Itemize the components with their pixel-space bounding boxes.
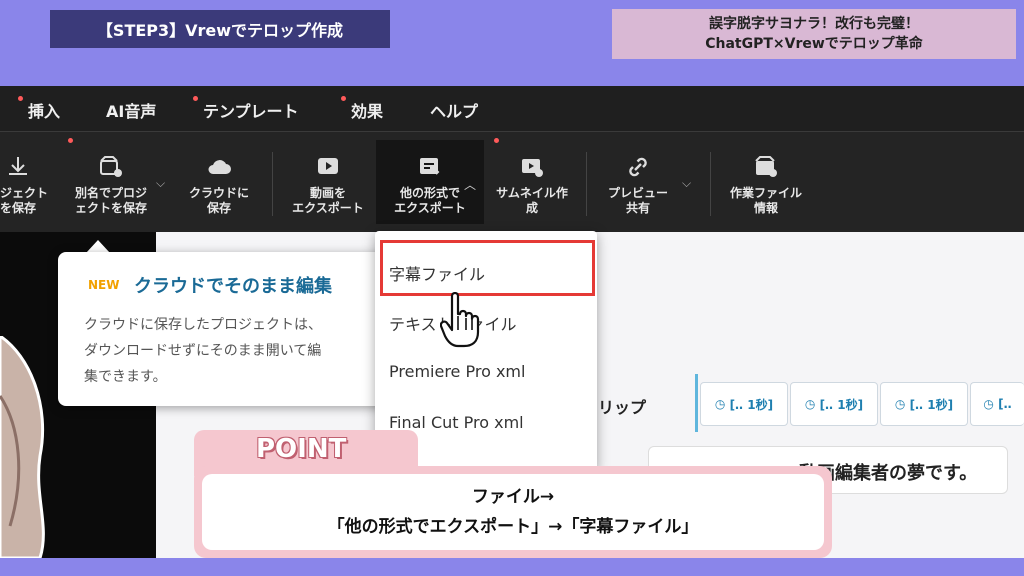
menu-insert[interactable]: 挿入 xyxy=(28,98,60,122)
point-line1: ファイル→ xyxy=(471,487,555,507)
tooltip-title: クラウドでそのまま編集 xyxy=(134,276,332,297)
highlight-box xyxy=(380,240,595,296)
clip-chip-label: [‥ 1秒] xyxy=(819,397,864,412)
project-info-label-2: 情報 xyxy=(753,201,778,215)
chevron-up-icon[interactable]: ︿ xyxy=(464,176,476,193)
save-project-label-1: ロジェクト xyxy=(0,186,48,200)
tooltip-body: クラウドに保存したプロジェクトは、 ダウンロードせずにそのまま開いて編 集できま… xyxy=(84,312,384,390)
save-as-label-2: ェクトを保存 xyxy=(74,201,147,215)
point-label: POINT xyxy=(256,434,347,464)
clip-chip[interactable]: ◷ [‥ 1秒] xyxy=(880,382,968,426)
file-export-icon xyxy=(420,158,440,175)
clip-chip[interactable]: ◷ [‥ 1秒] xyxy=(790,382,878,426)
hand-cursor-icon xyxy=(440,292,480,348)
menu-dot xyxy=(341,96,346,101)
point-callout-body: ファイル→ 「他の形式でエクスポート」→「字幕ファイル」 xyxy=(202,474,824,550)
headline-line2: ChatGPT×Vrewでテロップ革命 xyxy=(705,36,923,52)
file-toolbar: ロジェクト を保存 別名でプロジ ェクトを保存 ⌵ クラウドに 保存 動画を エ… xyxy=(0,132,1024,232)
thumbnail-icon xyxy=(522,159,543,177)
clip-chip-label: [‥ 1秒] xyxy=(909,397,954,412)
thumbnail-button[interactable]: サムネイル作 成 xyxy=(484,140,580,224)
menu-ai-voice[interactable]: AI音声 xyxy=(106,98,156,122)
clip-chip-label: [‥ xyxy=(998,397,1012,411)
save-as-label-1: 別名でプロジ xyxy=(74,186,147,200)
menu-template[interactable]: テンプレート xyxy=(203,98,299,122)
export-other-label-2: エクスポート xyxy=(394,201,466,215)
clip-chip[interactable]: ◷ [‥ 1秒] xyxy=(700,382,788,426)
chevron-down-icon[interactable]: ⌵ xyxy=(682,176,691,191)
project-info-label-1: 作業ファイル xyxy=(729,186,802,200)
save-as-button[interactable]: 別名でプロジ ェクトを保存 xyxy=(64,140,158,224)
point-line2: 「他の形式でエクスポート」→「字幕ファイル」 xyxy=(327,517,699,537)
clock-icon: ◷ xyxy=(894,397,910,411)
clip-chip[interactable]: ◷ [‥ xyxy=(970,382,1024,426)
clip-chip-label: [‥ 1秒] xyxy=(729,397,774,412)
cloud-edit-tooltip: NEW クラウドでそのまま編集 クラウドに保存したプロジェクトは、 ダウンロード… xyxy=(58,252,388,406)
toolbar-divider xyxy=(272,152,273,216)
cloud-save-button[interactable]: クラウドに 保存 xyxy=(176,140,262,224)
save-project-label-2: を保存 xyxy=(0,201,36,215)
video-export-icon xyxy=(318,158,338,174)
tooltip-body-line: クラウドに保存したプロジェクトは、 xyxy=(84,317,322,333)
preview-share-label-1: プレビュー xyxy=(607,186,668,200)
clock-icon: ◷ xyxy=(983,397,999,411)
new-badge: NEW xyxy=(88,278,120,292)
clock-icon: ◷ xyxy=(804,397,820,411)
chevron-down-icon[interactable]: ⌵ xyxy=(156,176,165,191)
menubar: 挿入 AI音声 テンプレート 効果 ヘルプ xyxy=(0,86,1024,132)
clock-icon: ◷ xyxy=(714,397,730,411)
clip-divider xyxy=(695,374,698,432)
menu-help[interactable]: ヘルプ xyxy=(430,98,478,122)
save-project-button[interactable]: ロジェクト を保存 xyxy=(0,140,50,224)
preview-share-label-2: 共有 xyxy=(625,201,650,215)
toolbar-divider xyxy=(586,152,587,216)
tooltip-body-line: ダウンロードせずにそのまま開いて編 xyxy=(84,343,322,359)
clip-label: リップ xyxy=(598,398,647,417)
download-icon xyxy=(9,157,27,175)
cloud-save-label-2: 保存 xyxy=(206,201,231,215)
toolbar-divider xyxy=(710,152,711,216)
menu-dot xyxy=(193,96,198,101)
preview-share-button[interactable]: プレビュー 共有 xyxy=(596,140,680,224)
dropdown-item-premiere-xml[interactable]: Premiere Pro xml xyxy=(389,362,525,381)
project-info-button[interactable]: 作業ファイル 情報 xyxy=(720,140,812,224)
bottom-band xyxy=(0,558,1024,576)
tooltip-body-line: 集できます。 xyxy=(84,369,167,385)
export-video-button[interactable]: 動画を エクスポート xyxy=(284,140,372,224)
cloud-icon xyxy=(208,160,231,174)
video-file-icon xyxy=(755,156,777,177)
step-label: 【STEP3】Vrewでテロップ作成 xyxy=(50,10,390,48)
thumbnail-label-2: 成 xyxy=(525,201,538,215)
headline-line1: 誤字脱字サヨナラ！改行も完璧！ xyxy=(709,16,919,32)
thumbnail-label-1: サムネイル作 xyxy=(496,186,568,200)
link-icon xyxy=(629,157,647,177)
cloud-save-label-1: クラウドに xyxy=(188,186,249,200)
headline-box: 誤字脱字サヨナラ！改行も完璧！ ChatGPT×Vrewでテロップ革命 xyxy=(612,9,1016,59)
menu-effects[interactable]: 効果 xyxy=(351,98,383,122)
export-video-label-2: エクスポート xyxy=(292,201,364,215)
menu-dot xyxy=(18,96,23,101)
export-video-label-1: 動画を xyxy=(309,186,346,200)
video-save-icon xyxy=(100,156,122,177)
